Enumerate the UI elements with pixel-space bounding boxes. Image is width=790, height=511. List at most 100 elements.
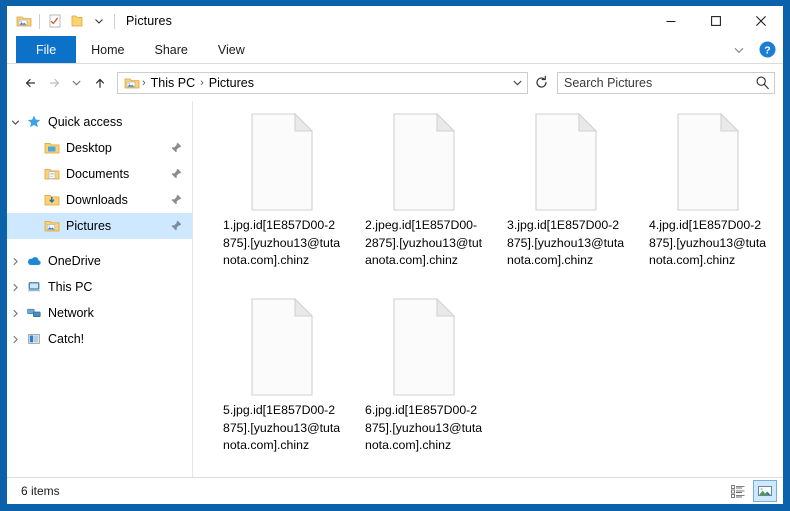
tab-share[interactable]: Share — [140, 36, 203, 63]
close-button[interactable] — [738, 6, 783, 36]
file-item[interactable]: 1.jpg.id[1E857D00-2875].[yuzhou13@tutano… — [211, 112, 353, 298]
blank-file-icon — [393, 297, 456, 396]
blank-file-icon — [251, 297, 314, 396]
blank-file-icon — [393, 112, 456, 211]
navigation-bar: › This PC › Pictures — [7, 64, 783, 101]
search-box[interactable] — [557, 71, 775, 94]
window-controls — [648, 6, 783, 36]
chevron-down-icon[interactable] — [7, 117, 24, 128]
refresh-icon[interactable] — [529, 71, 553, 95]
sidebar-label-quick-access: Quick access — [48, 115, 123, 129]
file-name: 3.jpg.id[1E857D00-2875].[yuzhou13@tutano… — [507, 218, 625, 267]
sidebar-item-desktop[interactable]: Desktop — [7, 135, 192, 161]
file-item[interactable]: 4.jpg.id[1E857D00-2875].[yuzhou13@tutano… — [637, 112, 779, 298]
title-bar: Pictures — [7, 6, 783, 36]
file-item[interactable]: 5.jpg.id[1E857D00-2875].[yuzhou13@tutano… — [211, 297, 353, 477]
pin-icon[interactable] — [169, 167, 183, 181]
sidebar-label-pictures: Pictures — [66, 219, 112, 233]
forward-button[interactable] — [42, 71, 65, 95]
sidebar-item-documents[interactable]: Documents — [7, 161, 192, 187]
pictures-folder-icon[interactable] — [13, 10, 35, 32]
recent-locations-button[interactable] — [65, 71, 88, 95]
pictures-folder-icon — [42, 218, 62, 234]
desktop-folder-icon — [42, 140, 62, 156]
help-icon[interactable]: ? — [755, 39, 779, 61]
star-icon — [24, 114, 44, 130]
breadcrumb-separator-0[interactable]: › — [140, 77, 148, 89]
ribbon-tabs: File Home Share View — [16, 36, 260, 63]
sidebar-label-documents: Documents — [66, 167, 130, 181]
pin-icon[interactable] — [169, 219, 183, 233]
sidebar-label-downloads: Downloads — [66, 193, 128, 207]
file-item[interactable]: 6.jpg.id[1E857D00-2875].[yuzhou13@tutano… — [353, 297, 495, 477]
file-name: 6.jpg.id[1E857D00-2875].[yuzhou13@tutano… — [365, 403, 483, 452]
this-pc-icon — [24, 279, 44, 295]
status-bar: 6 items — [7, 477, 783, 504]
large-icons-view-button[interactable] — [753, 480, 777, 502]
search-icon[interactable] — [750, 73, 774, 93]
onedrive-cloud-icon — [24, 253, 44, 269]
customize-chevron-icon[interactable] — [88, 10, 110, 32]
search-input[interactable] — [558, 74, 750, 91]
sidebar-label-onedrive: OneDrive — [48, 254, 101, 268]
tab-home[interactable]: Home — [76, 36, 139, 63]
chevron-right-icon[interactable] — [7, 334, 24, 345]
file-explorer-window: risk.com PC — [0, 0, 790, 511]
up-button[interactable] — [88, 71, 111, 95]
address-bar[interactable]: › This PC › Pictures — [117, 71, 528, 94]
sidebar-label-catch: Catch! — [48, 332, 85, 346]
file-item[interactable]: 2.jpeg.id[1E857D00-2875].[yuzhou13@tutan… — [353, 112, 495, 298]
downloads-folder-icon — [42, 192, 62, 208]
ribbon-tab-bar: File Home Share View ? — [7, 36, 783, 64]
view-mode-buttons — [726, 480, 777, 502]
breadcrumb[interactable]: › This PC › Pictures — [118, 75, 507, 91]
catch-icon — [24, 331, 44, 347]
chevron-down-icon[interactable] — [727, 39, 751, 61]
ribbon-right-controls: ? — [727, 36, 779, 63]
details-view-button[interactable] — [726, 480, 750, 502]
item-count-label: 6 items — [21, 484, 60, 498]
file-name: 1.jpg.id[1E857D00-2875].[yuzhou13@tutano… — [223, 218, 341, 267]
breadcrumb-item-pictures[interactable]: Pictures — [206, 76, 257, 90]
blank-file-icon — [677, 112, 740, 211]
quick-access-toolbar: Pictures — [7, 6, 172, 36]
file-list-pane[interactable]: 1.jpg.id[1E857D00-2875].[yuzhou13@tutano… — [193, 101, 783, 477]
chevron-right-icon[interactable] — [7, 282, 24, 293]
file-name: 5.jpg.id[1E857D00-2875].[yuzhou13@tutano… — [223, 403, 341, 452]
pin-icon[interactable] — [169, 193, 183, 207]
svg-text:?: ? — [764, 44, 770, 56]
breadcrumb-item-this-pc[interactable]: This PC — [148, 76, 198, 90]
tab-file[interactable]: File — [16, 36, 77, 63]
chevron-right-icon[interactable] — [7, 256, 24, 267]
back-button[interactable] — [19, 71, 42, 95]
file-grid: 1.jpg.id[1E857D00-2875].[yuzhou13@tutano… — [193, 101, 783, 477]
minimize-button[interactable] — [648, 6, 693, 36]
blank-file-icon — [535, 112, 598, 211]
network-icon — [24, 305, 44, 321]
breadcrumb-pictures-icon — [122, 75, 140, 91]
address-dropdown-icon[interactable] — [507, 73, 527, 93]
chevron-right-icon[interactable] — [7, 308, 24, 319]
new-folder-icon[interactable] — [66, 10, 88, 32]
maximize-button[interactable] — [693, 6, 738, 36]
breadcrumb-separator-1[interactable]: › — [198, 77, 206, 89]
file-name: 4.jpg.id[1E857D00-2875].[yuzhou13@tutano… — [649, 218, 767, 267]
pin-icon[interactable] — [169, 141, 183, 155]
sidebar-item-catch[interactable]: Catch! — [7, 326, 192, 352]
file-name: 2.jpeg.id[1E857D00-2875].[yuzhou13@tutan… — [365, 218, 483, 267]
tab-view[interactable]: View — [203, 36, 260, 63]
sidebar-item-downloads[interactable]: Downloads — [7, 187, 192, 213]
explorer-body: Quick access Desktop Documents Downloads… — [7, 101, 783, 477]
navigation-pane: Quick access Desktop Documents Downloads… — [7, 101, 193, 477]
sidebar-item-pictures[interactable]: Pictures — [7, 213, 192, 239]
sidebar-item-this-pc[interactable]: This PC — [7, 274, 192, 300]
sidebar-item-quick-access[interactable]: Quick access — [7, 109, 192, 135]
properties-icon[interactable] — [44, 10, 66, 32]
sidebar-label-network: Network — [48, 306, 94, 320]
sidebar-item-onedrive[interactable]: OneDrive — [7, 248, 192, 274]
sidebar-item-network[interactable]: Network — [7, 300, 192, 326]
toolbar-separator — [39, 13, 40, 29]
toolbar-separator-2 — [114, 13, 115, 29]
file-item[interactable]: 3.jpg.id[1E857D00-2875].[yuzhou13@tutano… — [495, 112, 637, 298]
window-title: Pictures — [126, 14, 172, 28]
